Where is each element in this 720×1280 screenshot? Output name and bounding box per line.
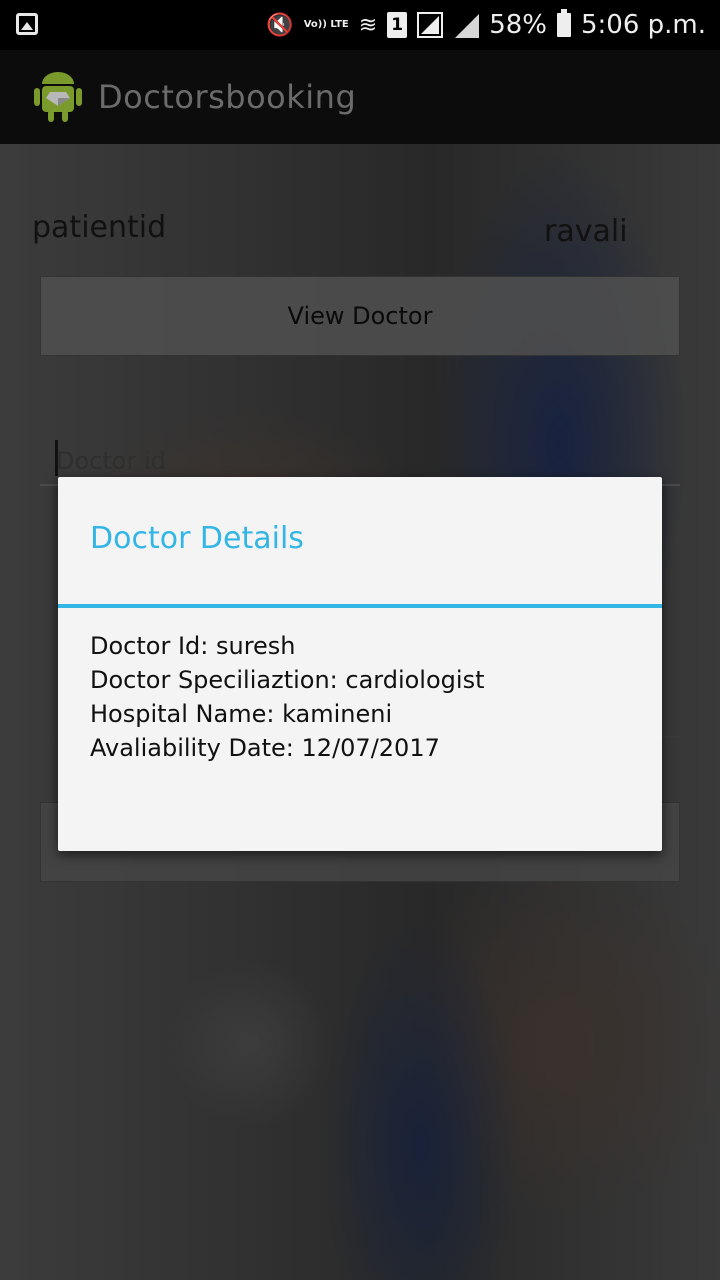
wifi-icon: ≋ [358, 12, 378, 38]
mute-icon: 🔇 [266, 12, 294, 38]
status-bar: 🔇 Vo)) LTE ≋ 1 58% 5:06 p.m. [0, 0, 720, 50]
doctor-details-dialog: Doctor Details Doctor Id: suresh Doctor … [58, 477, 662, 851]
status-icons: 🔇 Vo)) LTE ≋ 1 58% 5:06 p.m. [266, 8, 706, 42]
sim-slot-icon: 1 [387, 12, 408, 38]
text-cursor [55, 440, 58, 476]
signal-strength-icon [453, 12, 480, 38]
signal-icon [417, 12, 444, 38]
dialog-body: Doctor Id: suresh Doctor Speciliaztion: … [90, 629, 484, 765]
dialog-title: Doctor Details [90, 521, 304, 556]
app-bar: Doctorsbooking [0, 50, 720, 144]
battery-icon [556, 9, 571, 37]
doctor-specialization-line: Doctor Speciliaztion: cardiologist [90, 666, 485, 694]
patient-id-label: patientid [32, 210, 167, 245]
clock: 5:06 p.m. [580, 10, 706, 40]
image-notification-icon [16, 13, 38, 35]
patient-id-value: ravali [544, 214, 628, 249]
battery-percent: 58% [489, 10, 547, 40]
android-icon [34, 72, 82, 122]
dialog-divider [58, 604, 662, 608]
availability-date-line: Avaliability Date: 12/07/2017 [90, 734, 440, 762]
doctor-id-line: Doctor Id: suresh [90, 632, 296, 660]
app-title: Doctorsbooking [98, 78, 357, 116]
hospital-name-line: Hospital Name: kamineni [90, 700, 393, 728]
view-doctor-button[interactable]: View Doctor [40, 276, 680, 356]
volte-icon: Vo)) LTE [303, 19, 349, 30]
